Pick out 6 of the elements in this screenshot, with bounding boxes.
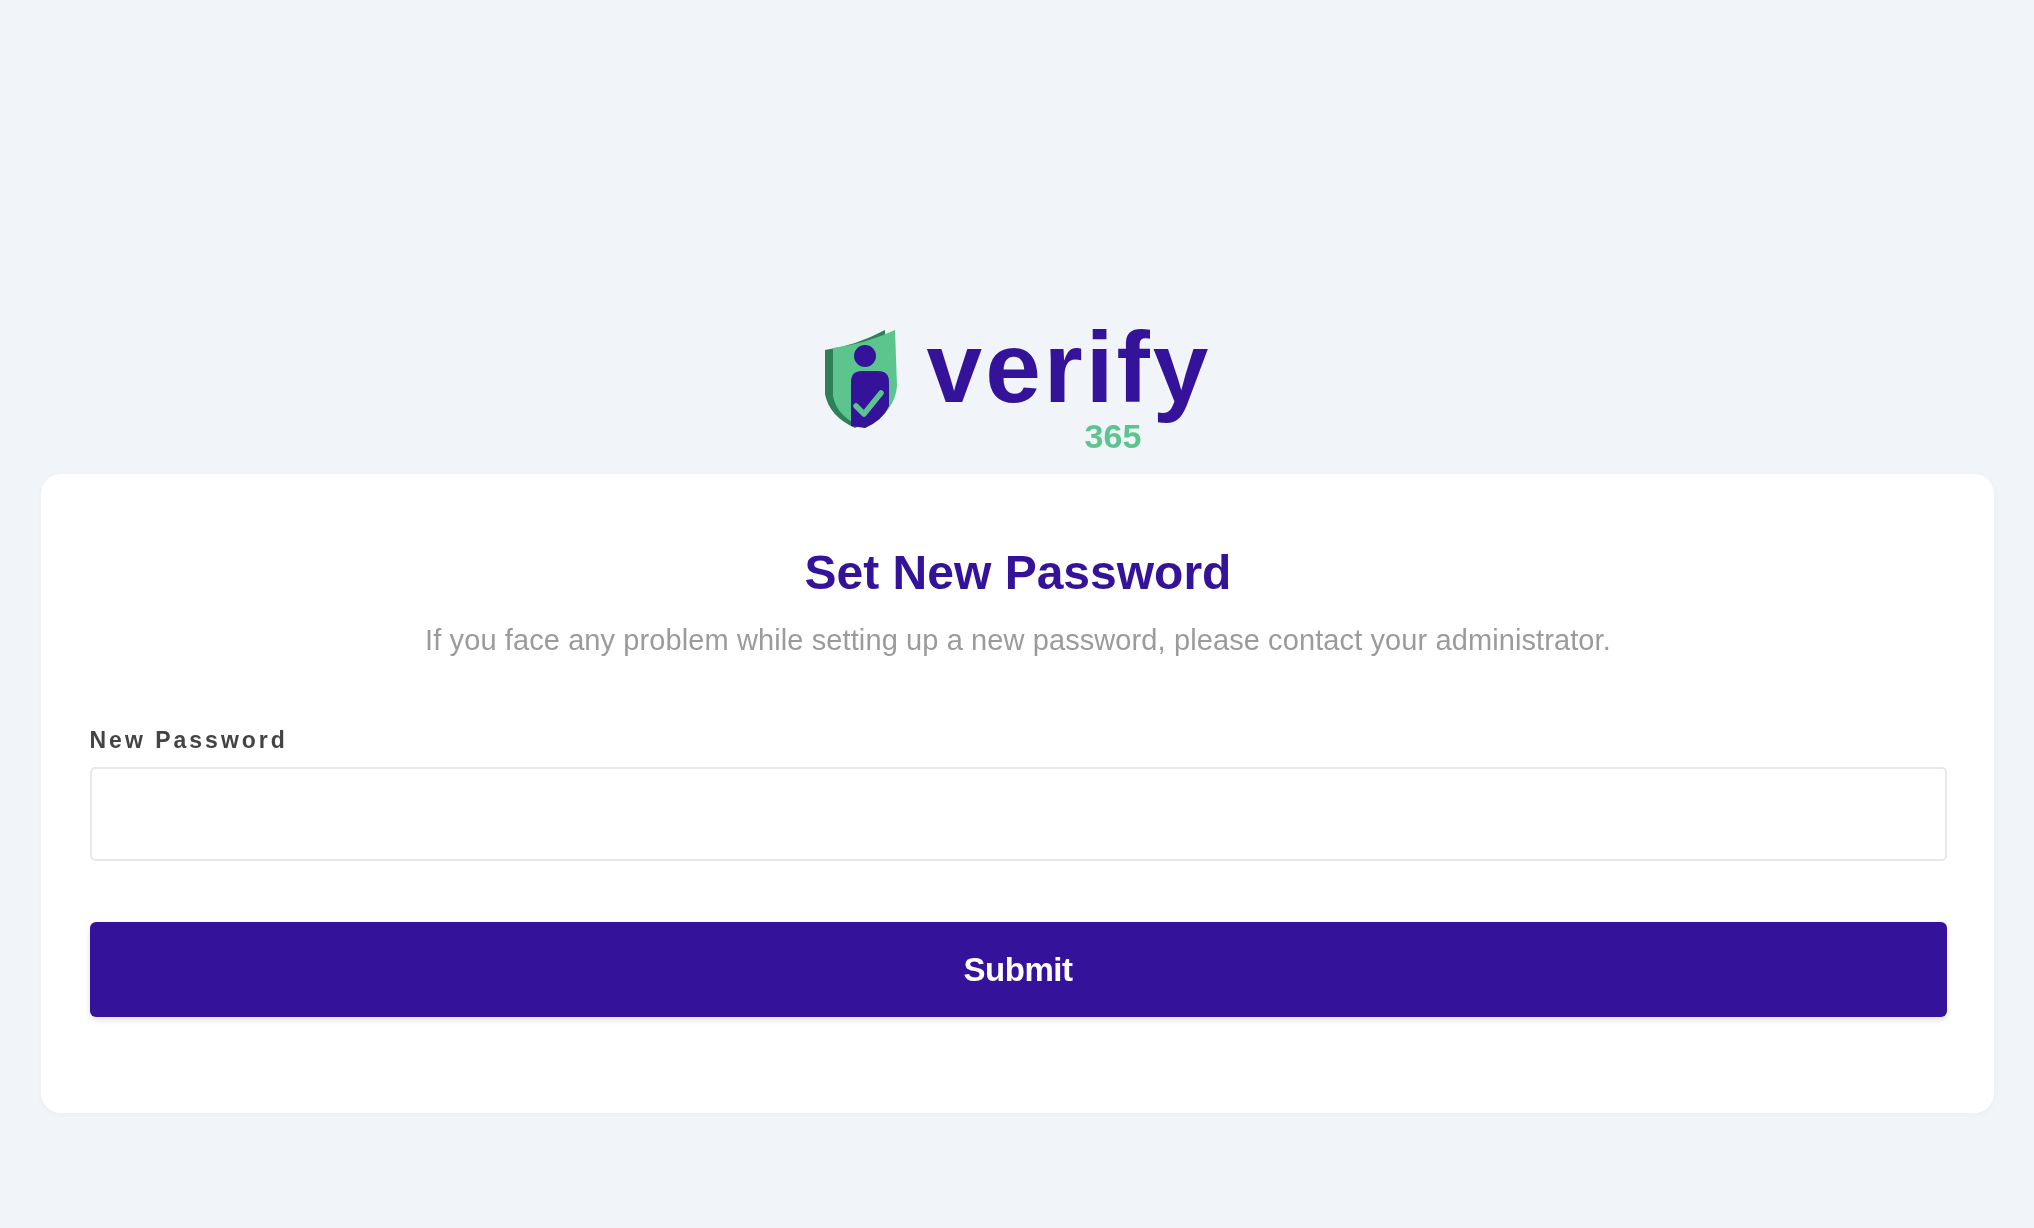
submit-button[interactable]: Submit [89, 922, 1947, 1017]
logo-suffix: 365 [1084, 423, 1142, 449]
field-label: New Password [89, 726, 288, 754]
logo-wordmark: verify [926, 311, 1212, 423]
card-title: Set New Password [804, 545, 1232, 601]
card-subtitle: If you face any problem while setting up a new password, please contact your administrator. [425, 623, 1611, 658]
